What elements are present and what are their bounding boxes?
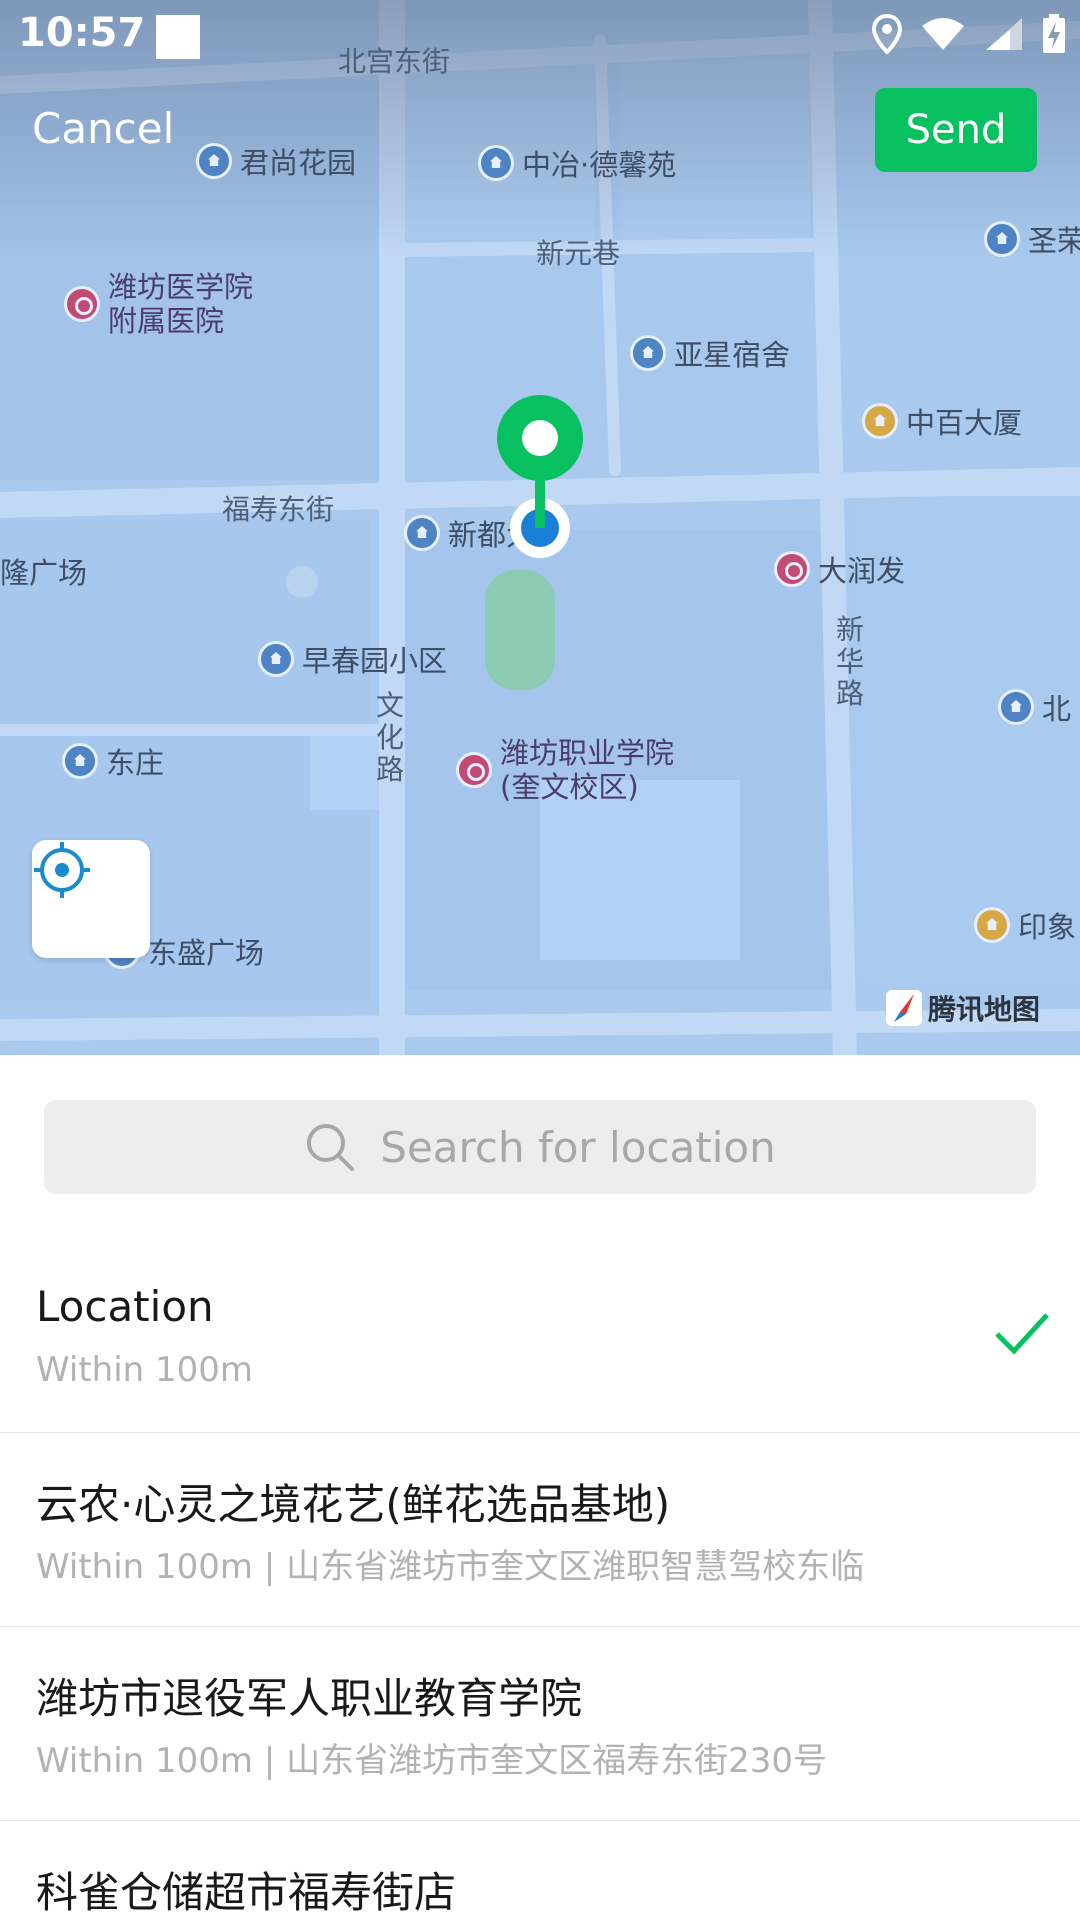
list-item-title: Location [36, 1282, 214, 1331]
my-location-button[interactable] [32, 840, 150, 958]
residence-icon [984, 221, 1020, 257]
list-item[interactable]: 科雀仓储超市福寿街店 [0, 1821, 1080, 1923]
search-icon [307, 1124, 355, 1171]
tencent-maps-logo-icon [886, 990, 922, 1026]
list-item-subtitle: Within 100m | 山东省潍坊市奎文区潍职智慧驾校东临 [36, 1547, 865, 1587]
list-item[interactable]: 潍坊市退役军人职业教育学院 Within 100m | 山东省潍坊市奎文区福寿东… [0, 1627, 1080, 1821]
check-icon [995, 1313, 1049, 1355]
poi[interactable]: 大润发 [774, 548, 905, 590]
location-list: Location Within 100m 云农·心灵之境花艺(鲜花选品基地) W… [0, 1240, 1080, 1923]
residence-icon [258, 641, 294, 677]
office-icon [404, 515, 440, 551]
road-label: 文化路 [375, 689, 404, 786]
map-watermark: 腾讯地图 [886, 988, 1040, 1028]
poi[interactable]: 圣荣 [984, 218, 1080, 260]
poi[interactable]: 亚星宿舍 [630, 332, 790, 374]
crosshair-icon [34, 842, 90, 898]
list-item-title: 潍坊市退役军人职业教育学院 [36, 1674, 583, 1723]
battery-icon [1043, 14, 1065, 53]
list-item-title: 云农·心灵之境花艺(鲜花选品基地) [36, 1480, 671, 1529]
building-icon [862, 403, 898, 439]
poi[interactable]: 东庄 [62, 740, 164, 782]
residence-icon [478, 145, 514, 181]
residence-icon [998, 689, 1034, 725]
list-item-subtitle: Within 100m [36, 1350, 254, 1390]
supermarket-icon [774, 551, 810, 587]
list-item-subtitle: Within 100m | 山东省潍坊市奎文区福寿东街230号 [36, 1741, 827, 1781]
wifi-icon [922, 18, 964, 50]
location-pin-icon[interactable] [494, 394, 588, 564]
road-label: 福寿东街 [222, 493, 335, 526]
search-input[interactable]: Search for location [44, 1100, 1036, 1194]
cancel-button[interactable]: Cancel [32, 104, 174, 153]
building-icon [974, 907, 1010, 943]
status-time: 10:57 [18, 10, 146, 56]
poi-hospital[interactable]: 潍坊医学院 附属医院 [64, 270, 253, 338]
poi[interactable]: 早春园小区 [258, 638, 447, 680]
road-label: 新华路 [835, 613, 864, 710]
list-item-title: 科雀仓储超市福寿街店 [36, 1868, 457, 1917]
road-label: 新元巷 [536, 237, 621, 270]
poi[interactable]: 印象 [974, 904, 1076, 946]
poi[interactable]: 君尚花园 [196, 140, 356, 182]
status-bar: 10:57 [0, 0, 1080, 72]
poi[interactable]: 隆广场 [0, 550, 87, 592]
poi[interactable]: 北 [998, 686, 1071, 728]
residence-icon [196, 143, 232, 179]
notification-icon [156, 15, 200, 59]
search-placeholder: Search for location [380, 1122, 776, 1172]
location-icon [872, 14, 902, 54]
poi[interactable]: 中冶·德馨苑 [478, 142, 676, 184]
hospital-icon [64, 286, 100, 322]
residence-icon [62, 743, 98, 779]
poi-college[interactable]: 潍坊职业学院 (奎文校区) [456, 736, 674, 804]
signal-icon [986, 18, 1022, 50]
send-button[interactable]: Send [875, 88, 1037, 172]
residence-icon [630, 335, 666, 371]
school-icon [456, 752, 492, 788]
list-item[interactable]: Location Within 100m [0, 1240, 1080, 1433]
list-item[interactable]: 云农·心灵之境花艺(鲜花选品基地) Within 100m | 山东省潍坊市奎文… [0, 1433, 1080, 1627]
poi[interactable]: 中百大厦 [862, 400, 1022, 442]
